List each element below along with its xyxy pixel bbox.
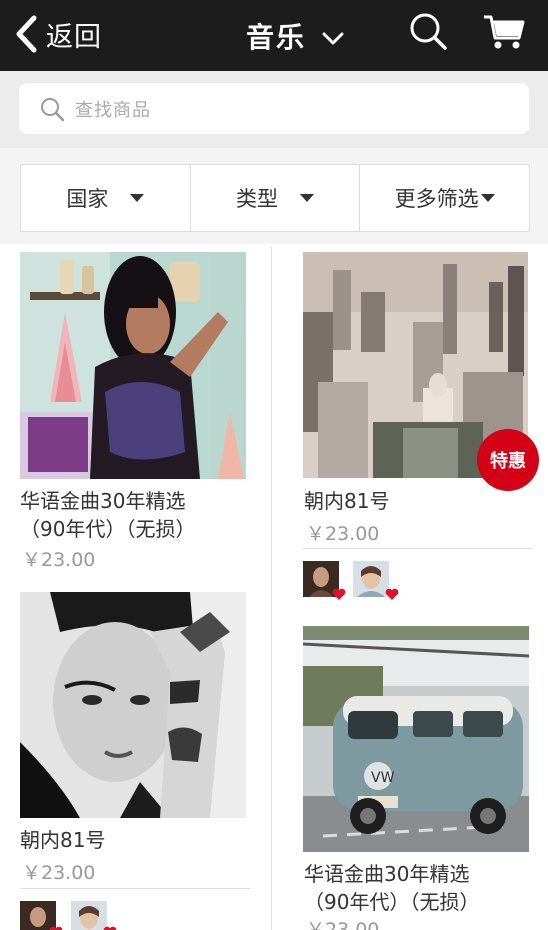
product-title-line: 华语金曲30年精选	[20, 489, 186, 513]
category-title-dropdown[interactable]: 音乐	[246, 16, 344, 56]
triangle-down-icon	[130, 194, 145, 202]
product-image-4[interactable]: VW	[303, 626, 529, 852]
heart-icon	[385, 588, 399, 600]
product-title-line: 朝内81号	[304, 489, 390, 513]
product-price-1: ￥23.00	[22, 549, 96, 571]
filter-country-label: 国家	[66, 187, 109, 211]
column-divider	[271, 246, 272, 930]
vw-van-photo: VW	[303, 626, 529, 852]
search-placeholder: 查找商品	[75, 99, 151, 121]
filter-bar: 国家 类型 更多筛选	[20, 164, 530, 232]
bw-tattoo-portrait-photo	[20, 592, 246, 818]
row-separator	[303, 548, 533, 549]
product-image-1[interactable]	[20, 252, 246, 479]
triangle-down-icon	[300, 194, 314, 202]
product-title-3[interactable]: 朝内81号	[20, 826, 105, 854]
top-nav-bar: 返回 音乐	[0, 0, 548, 71]
shopping-cart-icon[interactable]	[482, 12, 526, 52]
product-title-line: （90年代）（无损）	[304, 890, 480, 914]
filter-more[interactable]: 更多筛选	[360, 165, 529, 231]
filter-area: 国家 类型 更多筛选	[0, 148, 548, 244]
product-title-line: （90年代）（无损）	[20, 517, 196, 541]
heart-icon	[49, 926, 63, 930]
chevron-down-icon	[322, 32, 344, 45]
woman-portrait-photo	[20, 252, 246, 479]
product-title-1[interactable]: 华语金曲30年精选 （90年代）（无损）	[20, 487, 195, 543]
search-input[interactable]: 查找商品	[19, 83, 529, 134]
filter-type-label: 类型	[236, 187, 278, 211]
heart-icon	[332, 588, 346, 600]
product-price-2: ￥23.00	[306, 523, 380, 545]
product-title-2[interactable]: 朝内81号	[304, 487, 389, 515]
liker-avatar[interactable]	[71, 901, 107, 930]
search-area: 查找商品	[0, 71, 548, 148]
search-field-icon	[41, 97, 65, 121]
filter-country[interactable]: 国家	[21, 165, 191, 231]
triangle-down-icon	[480, 194, 495, 202]
back-label: 返回	[46, 21, 102, 53]
liker-avatar[interactable]	[353, 561, 389, 597]
product-title-line: 朝内81号	[20, 828, 106, 852]
back-button[interactable]: 返回	[14, 14, 102, 54]
filter-more-label: 更多筛选	[394, 187, 479, 211]
special-offer-badge: 特惠	[477, 429, 539, 491]
product-price-4: ￥23.00	[306, 919, 380, 930]
heart-icon	[103, 926, 117, 930]
filter-type[interactable]: 类型	[191, 165, 361, 231]
product-title-4[interactable]: 华语金曲30年精选 （90年代）（无损）	[304, 860, 479, 916]
liker-avatar-2	[353, 561, 389, 597]
product-image-3[interactable]	[20, 592, 246, 818]
page-title: 音乐	[246, 21, 307, 54]
row-separator	[20, 888, 250, 889]
search-icon[interactable]	[409, 12, 449, 52]
liker-avatar-2	[71, 901, 107, 930]
product-price-3: ￥23.00	[22, 862, 96, 884]
svg-text:VW: VW	[371, 770, 395, 786]
chevron-left-icon	[16, 15, 37, 53]
product-title-line: 华语金曲30年精选	[304, 862, 470, 886]
